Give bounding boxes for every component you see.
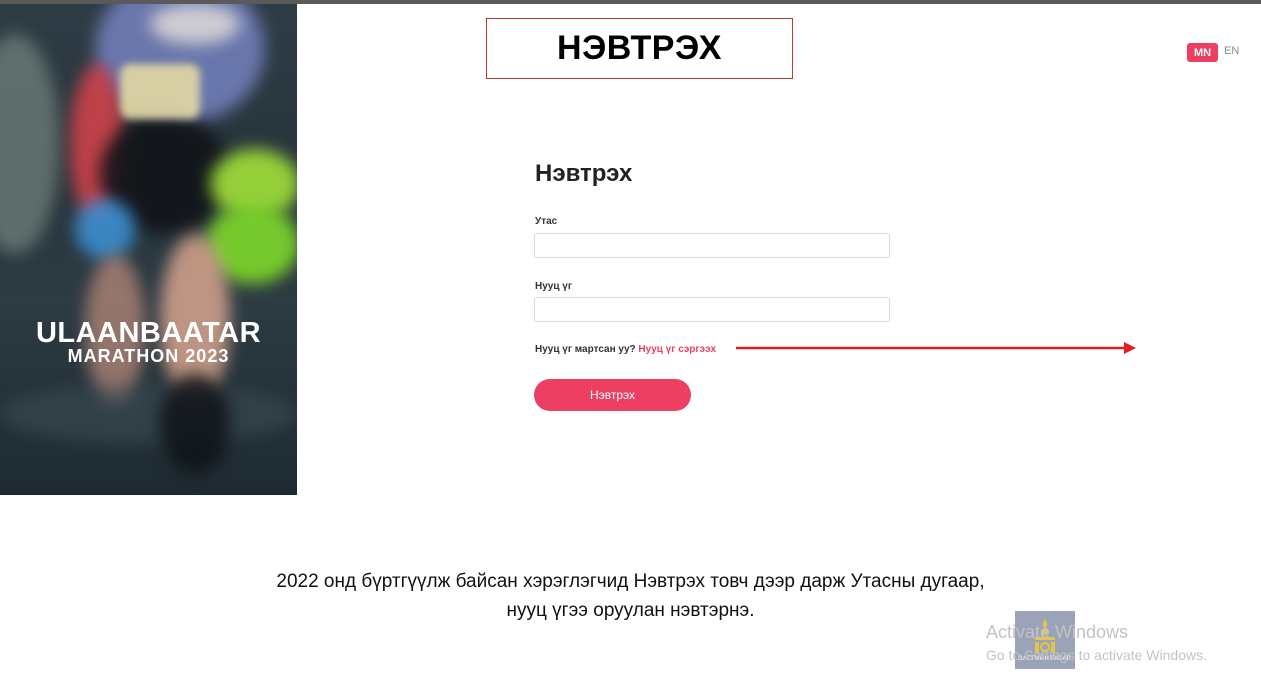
password-label: Нууц үг (535, 281, 572, 292)
hero-title: ULAANBAATAR (35, 317, 262, 349)
marathon-hero-image: ULAANBAATAR MARATHON 2023 (0, 4, 297, 495)
hero-subtitle: MARATHON 2023 (67, 346, 230, 366)
language-mn-button[interactable]: MN (1187, 43, 1218, 62)
login-button[interactable]: Нэвтрэх (534, 379, 691, 411)
instruction-caption-line1: 2022 онд бүртгүүлж байсан хэрэглэгчид Нэ… (276, 571, 985, 592)
reset-password-link[interactable]: Нууц үг сэргээх (638, 344, 716, 355)
phone-label: Утас (535, 216, 558, 227)
activate-windows-subtitle: Go to Settings to activate Windows. (986, 647, 1207, 663)
annotation-banner: НЭВТРЭХ (486, 18, 793, 79)
forgot-password-text: Нууц үг мартсан уу? (535, 344, 636, 355)
language-en-button[interactable]: EN (1224, 45, 1239, 60)
forgot-password-row: Нууц үг мартсан уу? Нууц үг сэргээх (535, 344, 716, 355)
login-title: Нэвтрэх (535, 160, 633, 187)
activate-windows-title: Activate Windows (986, 622, 1129, 642)
phone-input[interactable] (534, 233, 890, 258)
password-input[interactable] (534, 297, 890, 322)
annotation-arrow-icon (736, 342, 1136, 354)
